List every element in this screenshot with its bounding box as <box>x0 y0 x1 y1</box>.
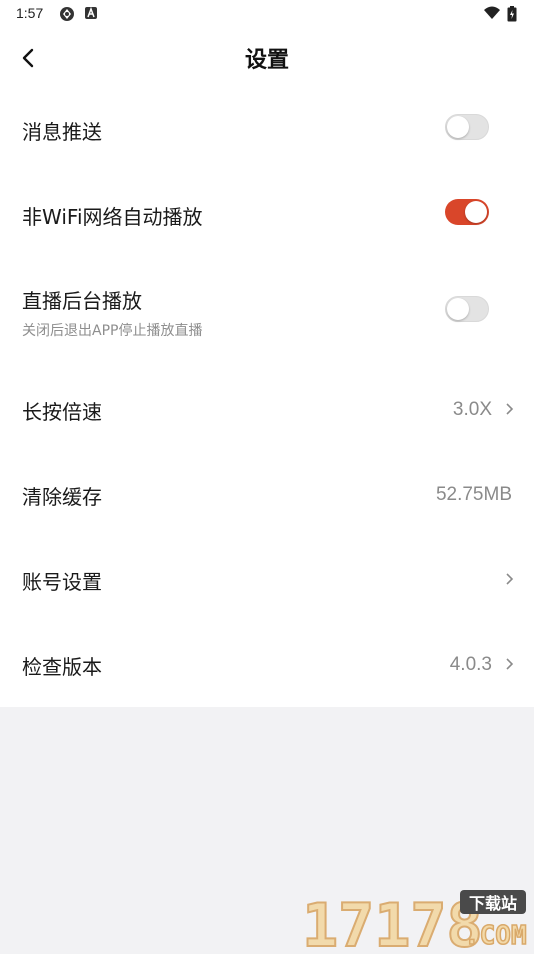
svg-text:17178: 17178 <box>302 891 483 950</box>
chevron-right-icon <box>506 403 514 415</box>
toggle-knob <box>465 201 487 223</box>
svg-text:.COM: .COM <box>464 921 527 950</box>
battery-icon <box>507 6 517 26</box>
setting-label: 长按倍速 <box>22 400 102 424</box>
live-background-toggle[interactable] <box>445 296 489 322</box>
status-time: 1:57 <box>16 5 44 21</box>
setting-clear-cache[interactable]: 清除缓存 52.75MB <box>0 453 534 533</box>
setting-value: 52.75MB <box>435 484 512 505</box>
svg-text:下载站: 下载站 <box>469 894 517 913</box>
app-bar: 设置 <box>0 28 534 88</box>
setting-check-version[interactable]: 检查版本 4.0.3 <box>0 623 534 703</box>
chevron-right-icon <box>506 658 514 670</box>
app-a-icon <box>84 6 98 24</box>
setting-value: 3.0X <box>452 399 492 420</box>
push-notifications-toggle[interactable] <box>445 114 489 140</box>
setting-label: 账号设置 <box>22 570 102 594</box>
setting-label: 非WiFi网络自动播放 <box>22 205 203 229</box>
setting-label: 清除缓存 <box>22 485 102 509</box>
sync-icon <box>58 6 76 26</box>
toggle-knob <box>447 298 469 320</box>
toggle-knob <box>447 116 469 138</box>
site-watermark-logo: 17178 下载站 .COM <box>300 888 530 954</box>
setting-label: 检查版本 <box>22 655 102 679</box>
status-bar: 1:57 <box>0 0 534 28</box>
setting-label: 消息推送 <box>22 120 102 144</box>
page-title: 设置 <box>244 48 289 73</box>
chevron-right-icon <box>506 573 514 585</box>
setting-subtitle: 关闭后退出APP停止播放直播 <box>22 323 203 339</box>
setting-push-notifications: 消息推送 <box>0 88 534 168</box>
wifi-icon <box>483 6 501 24</box>
setting-account[interactable]: 账号设置 <box>0 538 534 618</box>
setting-long-press-speed[interactable]: 长按倍速 3.0X <box>0 368 534 448</box>
setting-live-background: 直播后台播放 关闭后退出APP停止播放直播 <box>0 263 534 363</box>
setting-wifi-autoplay: 非WiFi网络自动播放 <box>0 173 534 253</box>
setting-value: 4.0.3 <box>449 654 492 675</box>
setting-label: 直播后台播放 <box>22 289 142 313</box>
wifi-autoplay-toggle[interactable] <box>445 199 489 225</box>
settings-list: 消息推送 非WiFi网络自动播放 直播后台播放 关闭后退出APP停止播放直播 长… <box>0 88 534 707</box>
